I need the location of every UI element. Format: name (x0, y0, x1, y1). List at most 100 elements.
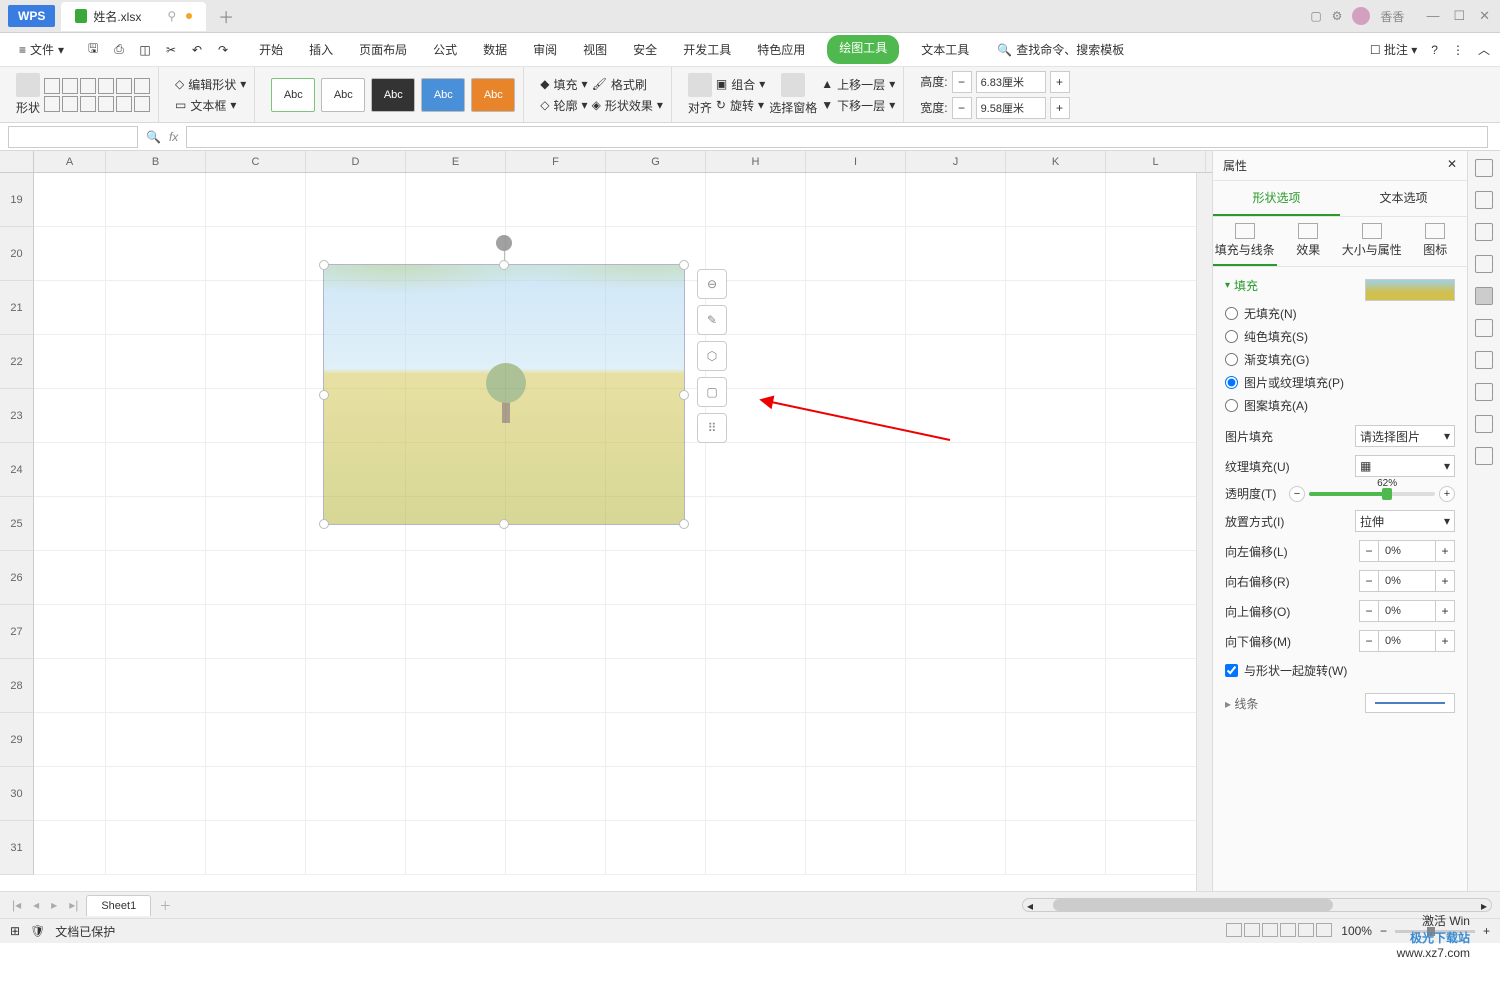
cell[interactable] (906, 605, 1006, 659)
sheet-last[interactable]: ▸| (65, 898, 82, 912)
offb-input[interactable] (1379, 630, 1435, 652)
cell[interactable] (1006, 767, 1106, 821)
rail-history-icon[interactable] (1475, 415, 1493, 433)
style-3[interactable]: Abc (371, 78, 415, 112)
cell[interactable] (34, 389, 106, 443)
row-header[interactable]: 23 (0, 389, 34, 443)
row-header[interactable]: 31 (0, 821, 34, 875)
print-icon[interactable]: ⎙ (111, 42, 127, 58)
cell[interactable] (1106, 605, 1206, 659)
cell[interactable] (106, 605, 206, 659)
tab-pin-icon[interactable]: ⚲ (167, 9, 176, 23)
cell[interactable] (706, 443, 806, 497)
cell[interactable] (206, 173, 306, 227)
cell[interactable] (606, 551, 706, 605)
offr-minus[interactable]: − (1359, 570, 1379, 592)
sheet-first[interactable]: |◂ (8, 898, 25, 912)
collapse-ribbon-button[interactable]: ︿ (1478, 41, 1490, 58)
tab-data[interactable]: 数据 (479, 35, 511, 64)
cell[interactable] (706, 659, 806, 713)
cell[interactable] (406, 821, 506, 875)
scroll-left[interactable]: ◂ (1027, 899, 1033, 913)
align-button[interactable]: 对齐 (688, 73, 712, 116)
cell[interactable] (1006, 659, 1106, 713)
cell[interactable] (1006, 605, 1106, 659)
transparency-slider[interactable]: 62% (1309, 492, 1435, 496)
cell[interactable] (506, 605, 606, 659)
resize-handle[interactable] (319, 519, 329, 529)
rail-shape-icon[interactable] (1475, 223, 1493, 241)
cell[interactable] (406, 659, 506, 713)
height-minus[interactable]: − (952, 71, 972, 93)
cell[interactable] (34, 767, 106, 821)
zoom-out[interactable]: − (1380, 924, 1387, 938)
cell[interactable] (506, 659, 606, 713)
width-minus[interactable]: − (952, 97, 972, 119)
preview-icon[interactable]: ◫ (137, 42, 153, 58)
style-2[interactable]: Abc (321, 78, 365, 112)
row-header[interactable]: 30 (0, 767, 34, 821)
cell[interactable] (906, 821, 1006, 875)
offt-input[interactable] (1379, 600, 1435, 622)
cell[interactable] (1006, 821, 1106, 875)
cell[interactable] (606, 767, 706, 821)
cell[interactable] (306, 551, 406, 605)
comments-button[interactable]: ☐ 批注 ▾ (1370, 41, 1417, 58)
inserted-shape[interactable] (323, 264, 685, 525)
cut-icon[interactable]: ✂ (163, 42, 179, 58)
cell[interactable] (906, 335, 1006, 389)
cell[interactable] (1006, 497, 1106, 551)
shape-effect-button[interactable]: ◈ 形状效果 ▾ (592, 97, 663, 114)
zoom-in[interactable]: + (1483, 924, 1490, 938)
select-all-corner[interactable] (0, 151, 34, 172)
cell[interactable] (106, 173, 206, 227)
cell[interactable] (206, 551, 306, 605)
width-plus[interactable]: + (1050, 97, 1070, 119)
rotate-with-shape-checkbox[interactable] (1225, 664, 1238, 677)
cell[interactable] (406, 173, 506, 227)
add-sheet-button[interactable]: ＋ (155, 897, 175, 914)
save-icon[interactable]: 🖫 (85, 42, 101, 58)
rail-image-icon[interactable] (1475, 383, 1493, 401)
col-header[interactable]: E (406, 151, 506, 172)
cell[interactable] (806, 335, 906, 389)
row-header[interactable]: 29 (0, 713, 34, 767)
cell[interactable] (1006, 335, 1106, 389)
cell[interactable] (806, 659, 906, 713)
cell[interactable] (34, 713, 106, 767)
float-outline-icon[interactable]: ▢ (697, 377, 727, 407)
width-input[interactable] (976, 97, 1046, 119)
cell[interactable] (34, 659, 106, 713)
maximize-button[interactable]: ☐ (1453, 8, 1465, 24)
cell[interactable] (906, 443, 1006, 497)
format-brush-button[interactable]: 🖌 格式刷 (592, 76, 663, 93)
resize-handle[interactable] (499, 260, 509, 270)
cell[interactable] (34, 281, 106, 335)
offb-minus[interactable]: − (1359, 630, 1379, 652)
text-box-button[interactable]: ▭ 文本框 ▾ (175, 97, 246, 114)
radio-grad-fill[interactable] (1225, 353, 1238, 366)
cell[interactable] (706, 605, 806, 659)
zoom-label[interactable]: 100% (1341, 924, 1372, 938)
cell[interactable] (206, 443, 306, 497)
tab-dev[interactable]: 开发工具 (679, 35, 735, 64)
tab-security[interactable]: 安全 (629, 35, 661, 64)
cell[interactable] (906, 767, 1006, 821)
cell[interactable] (906, 551, 1006, 605)
cell[interactable] (106, 767, 206, 821)
cell[interactable] (506, 713, 606, 767)
edit-shape-button[interactable]: ◇ 编辑形状 ▾ (175, 76, 246, 93)
line-gallery[interactable] (44, 78, 150, 112)
tab-insert[interactable]: 插入 (305, 35, 337, 64)
tab-review[interactable]: 审阅 (529, 35, 561, 64)
cell[interactable] (1106, 173, 1206, 227)
cell[interactable] (306, 713, 406, 767)
offr-plus[interactable]: + (1435, 570, 1455, 592)
col-header[interactable]: A (34, 151, 106, 172)
cell[interactable] (706, 713, 806, 767)
cell[interactable] (106, 227, 206, 281)
name-box[interactable] (8, 126, 138, 148)
help-button[interactable]: ? (1431, 43, 1438, 57)
cell[interactable] (306, 173, 406, 227)
height-input[interactable] (976, 71, 1046, 93)
